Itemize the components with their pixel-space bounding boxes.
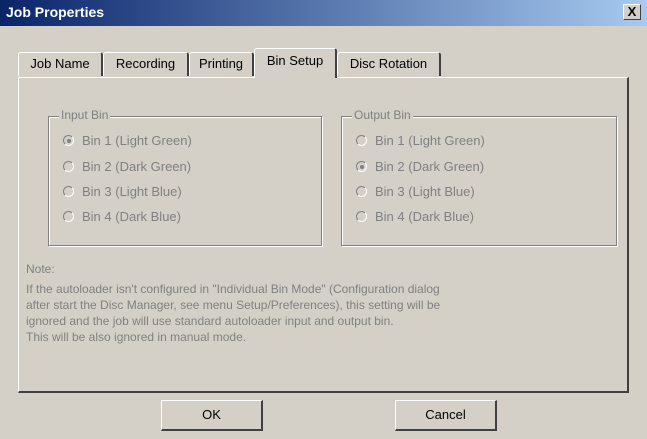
- note-line: If the autoloader isn't configured in "I…: [26, 282, 440, 296]
- input-bin-group: Input Bin Bin 1 (Light Green) Bin 2 (Dar…: [48, 108, 322, 246]
- radio-icon: [356, 135, 367, 146]
- tab-bin-setup[interactable]: Bin Setup: [254, 48, 337, 78]
- input-bin-option-1[interactable]: Bin 1 (Light Green): [63, 133, 192, 149]
- close-button[interactable]: X: [623, 4, 641, 20]
- note-text: Note: If the autoloader isn't configured…: [26, 261, 606, 345]
- input-bin-option-2[interactable]: Bin 2 (Dark Green): [63, 159, 191, 175]
- radio-icon: [63, 186, 74, 197]
- note-line: ignored and the job will use standard au…: [26, 314, 394, 328]
- tab-recording[interactable]: Recording: [103, 52, 189, 76]
- radio-icon: [356, 211, 367, 222]
- radio-icon: [63, 135, 74, 146]
- radio-icon: [356, 161, 367, 172]
- output-bin-group: Output Bin Bin 1 (Light Green) Bin 2 (Da…: [341, 108, 617, 246]
- output-bin-option-2[interactable]: Bin 2 (Dark Green): [356, 159, 484, 175]
- output-bin-legend: Output Bin: [352, 108, 413, 122]
- bin-setup-panel: Input Bin Bin 1 (Light Green) Bin 2 (Dar…: [18, 77, 629, 393]
- output-bin-option-label: Bin 3 (Light Blue): [375, 184, 475, 199]
- ok-button[interactable]: OK: [161, 400, 263, 431]
- input-bin-option-label: Bin 4 (Dark Blue): [82, 209, 181, 224]
- input-bin-option-3[interactable]: Bin 3 (Light Blue): [63, 184, 182, 200]
- radio-icon: [63, 161, 74, 172]
- note-line: after start the Disc Manager, see menu S…: [26, 298, 441, 312]
- output-bin-option-label: Bin 1 (Light Green): [375, 133, 485, 148]
- note-line: This will be also ignored in manual mode…: [26, 330, 247, 344]
- note-heading: Note:: [26, 262, 55, 276]
- radio-icon: [356, 186, 367, 197]
- title-bar: Job Properties X: [0, 0, 647, 26]
- radio-icon: [63, 211, 74, 222]
- tab-disc-rotation[interactable]: Disc Rotation: [337, 52, 441, 76]
- input-bin-option-label: Bin 1 (Light Green): [82, 133, 192, 148]
- output-bin-option-1[interactable]: Bin 1 (Light Green): [356, 133, 485, 149]
- tab-job-name[interactable]: Job Name: [18, 52, 103, 76]
- output-bin-option-label: Bin 2 (Dark Green): [375, 159, 485, 174]
- output-bin-option-4[interactable]: Bin 4 (Dark Blue): [356, 209, 474, 225]
- cancel-button[interactable]: Cancel: [395, 400, 497, 431]
- input-bin-legend: Input Bin: [59, 108, 111, 122]
- tab-printing[interactable]: Printing: [189, 52, 254, 76]
- input-bin-option-label: Bin 2 (Dark Green): [82, 159, 192, 174]
- output-bin-option-label: Bin 4 (Dark Blue): [375, 209, 474, 224]
- input-bin-option-4[interactable]: Bin 4 (Dark Blue): [63, 209, 181, 225]
- window-title: Job Properties: [6, 4, 105, 20]
- output-bin-option-3[interactable]: Bin 3 (Light Blue): [356, 184, 475, 200]
- input-bin-option-label: Bin 3 (Light Blue): [82, 184, 182, 199]
